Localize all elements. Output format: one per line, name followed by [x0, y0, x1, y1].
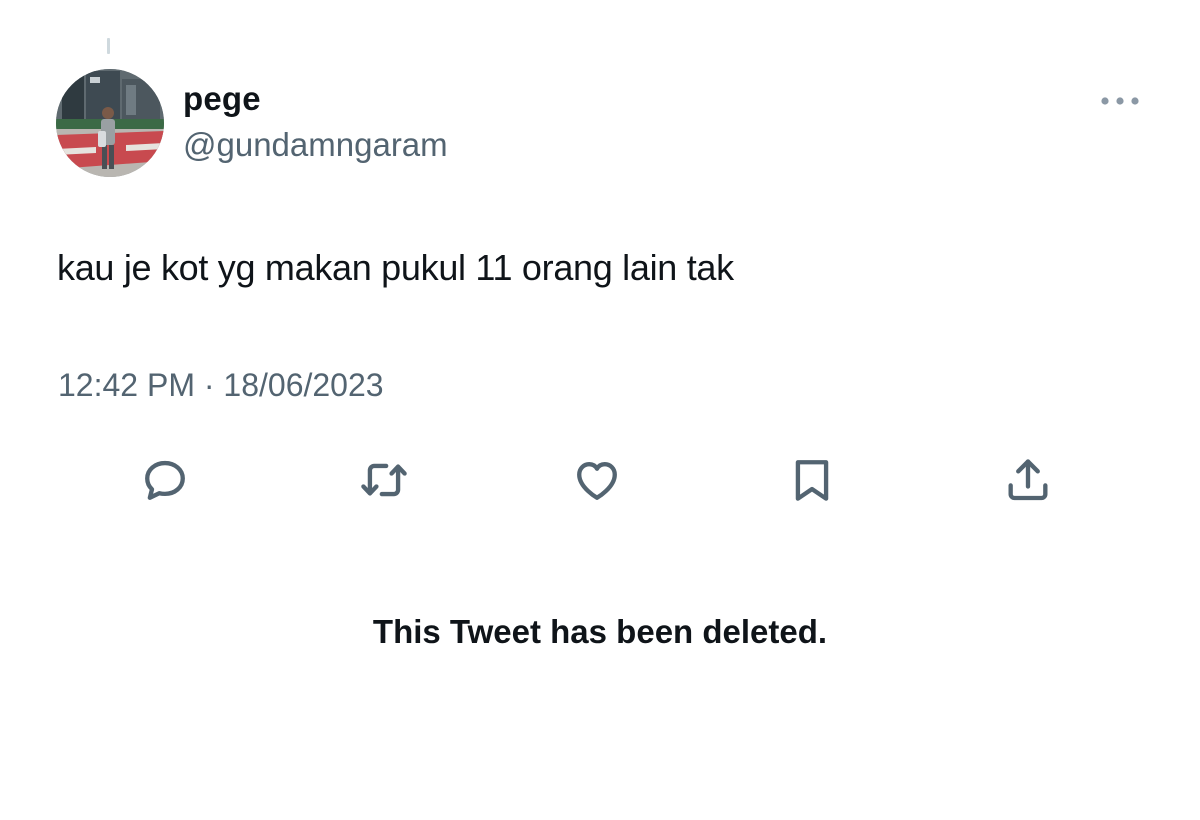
reply-button[interactable] [135, 450, 195, 510]
retweet-icon [361, 463, 407, 497]
more-dots-icon [1101, 97, 1139, 105]
like-button[interactable] [567, 450, 627, 510]
like-icon [577, 462, 617, 500]
retweet-button[interactable] [354, 450, 414, 510]
tweet-text: kau je kot yg makan pukul 11 orang lain … [57, 247, 734, 288]
deleted-tweet-notice: This Tweet has been deleted. [372, 613, 828, 650]
bookmark-button[interactable] [782, 450, 842, 510]
more-options-button[interactable] [1095, 86, 1145, 116]
avatar[interactable] [56, 69, 164, 177]
avatar-photo [56, 69, 164, 177]
bookmark-icon [795, 460, 829, 501]
thread-connector-line [107, 38, 110, 54]
share-button[interactable] [998, 450, 1058, 510]
user-handle[interactable]: @gundamngaram [183, 126, 448, 164]
display-name[interactable]: pege [183, 80, 261, 118]
reply-icon [145, 460, 185, 500]
tweet-timestamp[interactable]: 12:42 PM · 18/06/2023 [58, 367, 384, 404]
share-icon [1008, 459, 1048, 501]
